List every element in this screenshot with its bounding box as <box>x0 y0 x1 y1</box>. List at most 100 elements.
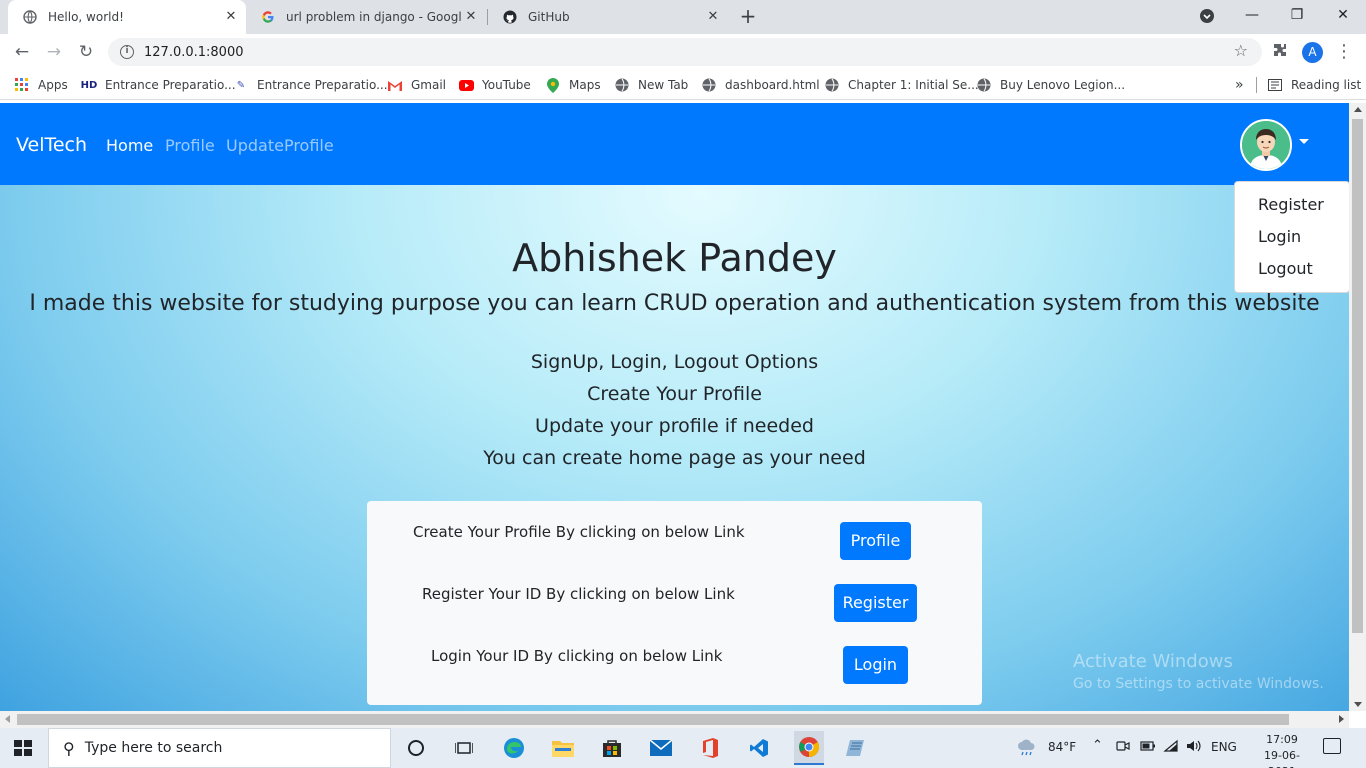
bookmark-entrance-1[interactable]: HD Entrance Preparatio... <box>81 76 236 94</box>
user-avatar-illustration <box>1242 121 1290 169</box>
site-info-icon[interactable]: i <box>120 45 134 59</box>
search-icon: ⚲ <box>63 738 75 758</box>
nav-update-profile[interactable]: UpdateProfile <box>226 136 334 155</box>
youtube-icon <box>458 77 474 93</box>
more-menu-icon[interactable]: ⋮ <box>1334 42 1354 62</box>
reading-list-button[interactable]: Reading list <box>1267 76 1361 94</box>
bookmark-lenovo[interactable]: Buy Lenovo Legion... <box>976 76 1125 94</box>
dropdown-register[interactable]: Register <box>1258 195 1324 214</box>
bookmark-new-tab[interactable]: New Tab <box>614 76 688 94</box>
scroll-left-icon[interactable] <box>5 715 10 723</box>
back-button[interactable]: ← <box>10 40 34 64</box>
tab-hello-world[interactable]: Hello, world! ✕ <box>8 0 246 34</box>
cortana-icon[interactable] <box>402 734 430 762</box>
register-button[interactable]: Register <box>834 584 917 622</box>
scroll-down-icon[interactable] <box>1354 702 1362 707</box>
user-avatar[interactable] <box>1240 119 1292 171</box>
scroll-right-icon[interactable] <box>1339 715 1344 723</box>
taskbar-search-box[interactable]: ⚲ Type here to search <box>48 728 391 768</box>
horizontal-scrollbar[interactable] <box>0 711 1349 728</box>
feature-line: You can create home page as your need <box>483 447 866 469</box>
forward-button[interactable]: → <box>42 40 66 64</box>
reload-button[interactable]: ↻ <box>74 40 98 64</box>
close-window-button[interactable]: ✕ <box>1320 0 1366 32</box>
bookmark-gmail[interactable]: Gmail <box>387 76 446 94</box>
user-menu-caret-icon[interactable] <box>1299 139 1309 144</box>
hero-title: Abhishek Pandey <box>512 236 837 280</box>
bookmark-entrance-2[interactable]: ✎ Entrance Preparatio... <box>233 76 388 94</box>
address-bar[interactable]: i 127.0.0.1:8000 ☆ <box>108 38 1262 66</box>
bookmark-label: New Tab <box>638 78 689 92</box>
taskbar-search-placeholder: Type here to search <box>84 740 223 756</box>
site-navbar: VelTech Home Profile UpdateProfile <box>0 103 1349 185</box>
activate-windows-title: Activate Windows <box>1073 651 1233 672</box>
clock-date: 19-06-2021 <box>1264 749 1300 768</box>
close-tab-icon[interactable]: ✕ <box>222 8 240 26</box>
close-tab-icon[interactable]: ✕ <box>462 8 480 26</box>
windows-start-icon[interactable] <box>14 740 32 756</box>
clock-time: 17:09 <box>1266 733 1298 746</box>
browser-toolbar: ← → ↻ i 127.0.0.1:8000 ☆ A ⋮ <box>0 34 1366 70</box>
maximize-button[interactable]: ❐ <box>1274 0 1320 32</box>
bookmark-dashboard[interactable]: dashboard.html <box>701 76 820 94</box>
vertical-scroll-thumb[interactable] <box>1352 119 1363 633</box>
notepad-icon[interactable] <box>843 734 871 762</box>
nav-profile[interactable]: Profile <box>165 136 215 155</box>
feature-line: Create Your Profile <box>587 383 762 405</box>
battery-icon[interactable] <box>1140 739 1156 756</box>
bookmark-chapter-1[interactable]: Chapter 1: Initial Se... <box>824 76 979 94</box>
globe-icon <box>22 9 38 25</box>
url-text[interactable]: 127.0.0.1:8000 <box>144 45 244 60</box>
edge-icon[interactable] <box>500 734 528 762</box>
hd-icon: HD <box>80 79 98 91</box>
file-explorer-icon[interactable] <box>549 734 577 762</box>
horizontal-scroll-thumb[interactable] <box>17 714 1289 725</box>
bookmark-label: dashboard.html <box>725 78 820 92</box>
bookmark-label: Chapter 1: Initial Se... <box>848 78 979 92</box>
bookmark-apps[interactable]: Apps <box>14 76 68 94</box>
scroll-up-icon[interactable] <box>1354 107 1362 112</box>
bookmarks-overflow-button[interactable]: » <box>1235 76 1244 94</box>
vscode-icon[interactable] <box>745 734 773 762</box>
bookmark-youtube[interactable]: YouTube <box>458 76 531 94</box>
minimize-button[interactable]: — <box>1229 0 1275 32</box>
card-register-text: Register Your ID By clicking on below Li… <box>422 585 735 603</box>
google-icon <box>260 9 276 25</box>
tutorial-icon: ✎ <box>236 79 246 91</box>
tab-search-button[interactable] <box>1184 0 1230 32</box>
task-view-icon[interactable] <box>450 734 478 762</box>
bookmark-maps[interactable]: Maps <box>545 76 601 94</box>
site-brand[interactable]: VelTech <box>16 134 87 156</box>
chrome-icon[interactable] <box>794 731 824 765</box>
office-icon[interactable] <box>696 734 724 762</box>
wifi-icon[interactable] <box>1163 739 1179 756</box>
show-hidden-icons-icon[interactable]: ⌃ <box>1092 738 1103 753</box>
meet-now-icon[interactable] <box>1116 739 1130 756</box>
weather-temperature[interactable]: 84°F <box>1048 740 1076 754</box>
links-card: Create Your Profile By clicking on below… <box>367 501 982 705</box>
close-tab-icon[interactable]: ✕ <box>704 8 722 26</box>
tab-title: url problem in django - Google S <box>286 10 462 24</box>
browser-profile-avatar[interactable]: A <box>1302 42 1323 63</box>
globe-icon <box>614 77 630 93</box>
profile-button[interactable]: Profile <box>840 522 911 560</box>
store-icon[interactable] <box>598 734 626 762</box>
windows-taskbar: ⚲ Type here to search 84°F ⌃ ENG 17:09 1… <box>0 728 1366 768</box>
extensions-icon[interactable] <box>1270 42 1290 62</box>
tab-google-search[interactable]: url problem in django - Google S ✕ <box>246 0 486 34</box>
mail-icon[interactable] <box>647 734 675 762</box>
volume-icon[interactable] <box>1186 739 1202 756</box>
globe-icon <box>976 77 992 93</box>
login-button[interactable]: Login <box>843 646 908 684</box>
bookmarks-bar: Apps HD Entrance Preparatio... ✎ Entranc… <box>0 70 1366 100</box>
language-indicator[interactable]: ENG <box>1211 740 1237 754</box>
notifications-icon[interactable] <box>1323 738 1341 754</box>
weather-icon[interactable] <box>1016 738 1038 759</box>
apps-grid-icon <box>14 77 30 93</box>
vertical-scrollbar[interactable] <box>1349 103 1366 711</box>
tab-github[interactable]: GitHub ✕ <box>488 0 728 34</box>
new-tab-button[interactable]: + <box>737 6 759 28</box>
bookmark-star-icon[interactable]: ☆ <box>1234 43 1248 59</box>
nav-home[interactable]: Home <box>106 136 153 155</box>
taskbar-clock[interactable]: 17:09 19-06-2021 <box>1252 732 1312 768</box>
